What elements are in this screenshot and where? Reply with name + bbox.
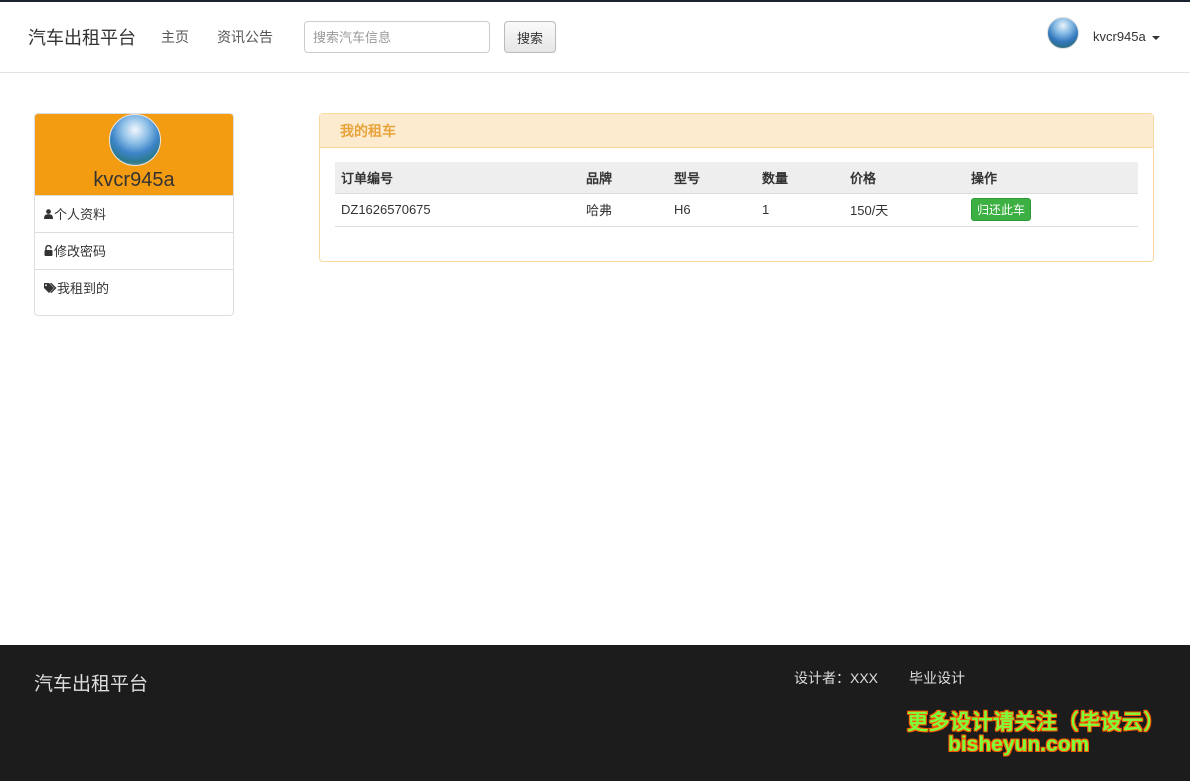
sidebar-item-label: 我租到的 — [57, 281, 110, 296]
column-header-action: 操作 — [965, 162, 1138, 193]
user-icon — [44, 198, 54, 235]
column-header-price: 价格 — [844, 162, 965, 193]
sidebar-item-profile[interactable]: 个人资料 — [35, 195, 233, 232]
footer-link-graduation-design[interactable]: 毕业设计 — [909, 668, 965, 688]
tags-icon — [44, 272, 57, 309]
profile-username: kvcr945a — [93, 169, 175, 191]
cell-order-no: DZ1626570675 — [335, 192, 580, 227]
table-row: DZ1626570675 哈弗 H6 1 150/天 归还此车 — [335, 192, 1138, 227]
lock-icon — [44, 235, 54, 272]
table-header-row: 订单编号 品牌 型号 数量 价格 操作 — [335, 162, 1138, 193]
watermark-line2: bisheyun.com — [948, 733, 1090, 756]
caret-down-icon — [1151, 35, 1160, 40]
sidebar-item-rented[interactable]: 我租到的 — [35, 269, 233, 306]
search-button[interactable]: 搜索 — [504, 21, 556, 53]
nav-link-news[interactable]: 资讯公告 — [217, 27, 273, 47]
profile-card: kvcr945a 个人资料 修改密码 我租到的 — [34, 113, 234, 316]
profile-avatar — [109, 114, 161, 166]
user-menu[interactable]: kvcr945a — [1093, 29, 1160, 44]
cell-quantity: 1 — [756, 192, 844, 227]
panel-title: 我的租车 — [320, 114, 1153, 148]
cell-price: 150/天 — [844, 192, 965, 227]
cell-model: H6 — [668, 192, 756, 227]
column-header-brand: 品牌 — [580, 162, 668, 193]
rentals-table: 订单编号 品牌 型号 数量 价格 操作 DZ1626570675 哈弗 H6 1… — [335, 162, 1138, 227]
column-header-model: 型号 — [668, 162, 756, 193]
brand-logo[interactable]: 汽车出租平台 — [28, 24, 136, 50]
nav-link-home[interactable]: 主页 — [161, 27, 189, 47]
footer: 汽车出租平台 设计者：XXX 毕业设计 更多设计请关注（毕设云） bisheyu… — [0, 645, 1190, 781]
user-menu-label: kvcr945a — [1093, 29, 1146, 44]
my-rentals-panel: 我的租车 订单编号 品牌 型号 数量 价格 操作 DZ1626570675 哈弗… — [319, 113, 1154, 262]
search-input[interactable] — [304, 21, 490, 53]
sidebar-item-label: 个人资料 — [54, 207, 107, 222]
sidebar-item-label: 修改密码 — [54, 244, 107, 259]
watermark-line1: 更多设计请关注（毕设云） — [907, 711, 1165, 734]
column-header-quantity: 数量 — [756, 162, 844, 193]
navbar: 汽车出租平台 主页 资讯公告 搜索 kvcr945a — [0, 2, 1190, 73]
cell-action: 归还此车 — [965, 192, 1138, 227]
footer-designer: 设计者：XXX — [794, 670, 879, 686]
profile-header: kvcr945a — [35, 114, 233, 195]
column-header-order-no: 订单编号 — [335, 162, 580, 193]
footer-brand: 汽车出租平台 — [34, 674, 149, 695]
avatar[interactable] — [1047, 17, 1079, 49]
cell-brand: 哈弗 — [580, 192, 668, 227]
sidebar-item-password[interactable]: 修改密码 — [35, 232, 233, 269]
return-car-button[interactable]: 归还此车 — [971, 198, 1032, 221]
